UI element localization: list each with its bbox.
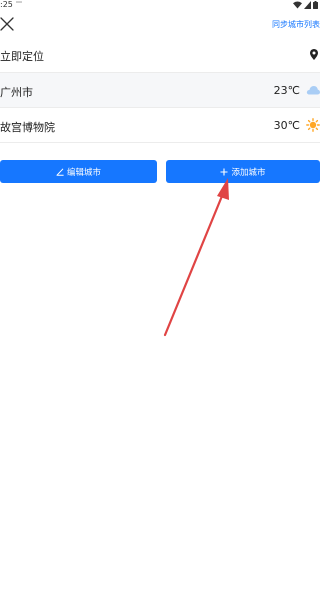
battery-icon xyxy=(313,1,318,9)
divider xyxy=(0,142,320,143)
edit-angle-icon xyxy=(56,167,64,176)
locate-now-row[interactable]: 立即定位 xyxy=(0,38,320,72)
locate-now-label: 立即定位 xyxy=(0,50,44,63)
network-badge: ⁰⁰⁰ xyxy=(16,1,23,7)
status-time: :25 xyxy=(0,0,13,9)
add-city-label: 添加城市 xyxy=(231,167,266,178)
city-temperature: 30℃ xyxy=(273,119,300,132)
wifi-icon xyxy=(293,1,302,9)
city-name: 广州市 xyxy=(0,86,33,99)
sync-city-list-link[interactable]: 同步城市列表 xyxy=(272,19,320,30)
cloud-icon xyxy=(306,86,320,95)
edit-cities-label: 编辑城市 xyxy=(66,167,101,178)
city-row-guangzhou[interactable]: 广州市 23℃ xyxy=(0,73,320,107)
signal-icon xyxy=(304,1,311,9)
city-row-palace-museum[interactable]: 故宫博物院 30℃ xyxy=(0,108,320,142)
edit-cities-button[interactable]: 编辑城市 xyxy=(0,160,157,183)
close-icon xyxy=(0,17,14,31)
add-city-button[interactable]: 添加城市 xyxy=(166,160,320,183)
close-button[interactable] xyxy=(0,16,14,31)
city-name: 故宫博物院 xyxy=(0,121,55,134)
annotation-arrow-shaft xyxy=(163,194,224,337)
plus-icon xyxy=(220,168,228,175)
location-pin-icon xyxy=(310,49,318,60)
status-icons xyxy=(293,1,318,9)
city-temperature: 23℃ xyxy=(273,84,300,97)
status-bar: :25 ⁰⁰⁰ xyxy=(0,0,320,12)
sun-icon xyxy=(306,118,320,132)
